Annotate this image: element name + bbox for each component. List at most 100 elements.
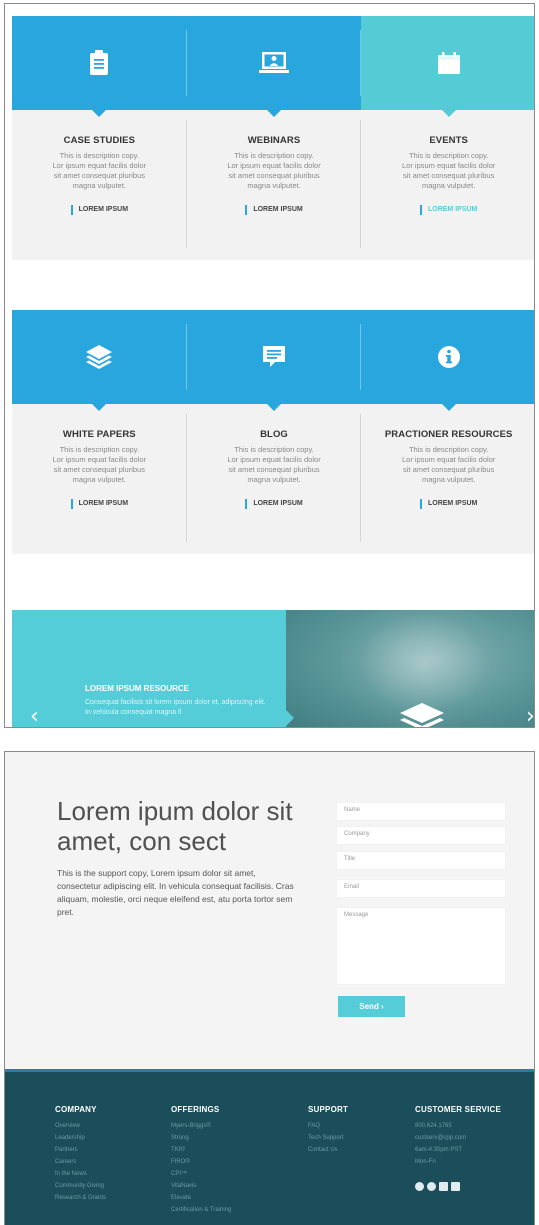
icon-band	[12, 310, 534, 411]
footer-link[interactable]: Careers	[55, 1156, 106, 1168]
chat-icon	[263, 346, 285, 367]
footer-link[interactable]: Certification & Training	[171, 1204, 231, 1216]
resource-carousel: LOREM IPSUM RESOURCE Consequat facilisis…	[12, 610, 534, 728]
footer-link[interactable]: Myers-Briggs®	[171, 1120, 231, 1132]
name-field[interactable]: Name	[336, 802, 506, 821]
facebook-icon[interactable]	[415, 1182, 424, 1191]
card-title: PRACTIONER RESOURCES	[384, 429, 513, 440]
site-footer: COMPANY Overview Leadership Partners Car…	[5, 1069, 534, 1225]
card-description: This is description copy. Lor ipsum equat…	[401, 151, 496, 190]
carousel-next-button[interactable]: ›	[526, 706, 534, 728]
hours-text: 6am-4:30pm PST	[415, 1147, 463, 1153]
card-link[interactable]: LOREM IPSUM	[70, 205, 128, 215]
card-case-studies: CASE STUDIES This is description copy. Lo…	[12, 110, 187, 260]
footer-heading: OFFERINGS	[171, 1105, 220, 1114]
footer-link[interactable]: TKI®	[171, 1144, 231, 1156]
youtube-icon[interactable]	[451, 1182, 460, 1191]
footer-link[interactable]: Community Giving	[55, 1180, 106, 1192]
send-button[interactable]: Send ›	[338, 996, 405, 1017]
band-webinars	[186, 16, 362, 117]
calendar-icon	[437, 52, 460, 74]
band-practioner-resources	[361, 310, 534, 411]
band-blog	[186, 310, 362, 411]
footer-link[interactable]: Leadership	[55, 1132, 106, 1144]
contact-heading: Lorem ipum dolor sit amet, con sect	[57, 796, 293, 856]
card-blog: BLOG This is description copy. Lor ipsum …	[187, 404, 362, 554]
contact-section: Lorem ipum dolor sit amet, con sect This…	[5, 752, 534, 1069]
card-content-row: CASE STUDIES This is description copy. Lo…	[12, 110, 534, 260]
card-title: CASE STUDIES	[63, 135, 136, 146]
email-link[interactable]: custserv@cpp.com	[415, 1132, 501, 1144]
card-title: EVENTS	[429, 135, 468, 146]
card-description: This is description copy. Lor ipsum equat…	[52, 445, 147, 484]
band-pointer	[92, 110, 107, 117]
card-description: This is description copy. Lor ipsum equat…	[401, 445, 496, 484]
carousel-prev-button[interactable]: ‹	[30, 706, 39, 728]
band-pointer	[267, 404, 281, 411]
webinar-icon	[259, 52, 289, 73]
card-events: EVENTS This is description copy. Lor ipsu…	[361, 110, 534, 260]
card-link[interactable]: LOREM IPSUM	[419, 499, 477, 509]
footer-link[interactable]: VitaNavis	[171, 1180, 231, 1192]
card-link[interactable]: LOREM IPSUM	[70, 499, 128, 509]
title-field[interactable]: Title	[336, 851, 506, 870]
card-webinars: WEBINARS This is description copy. Lor ip…	[187, 110, 362, 260]
footer-support: SUPPORT FAQ Tech Support Contact Us	[308, 1105, 348, 1156]
social-links	[415, 1182, 460, 1191]
band-pointer	[267, 110, 281, 117]
card-description: This is description copy. Lor ipsum equat…	[227, 445, 321, 484]
carousel-title: LOREM IPSUM RESOURCE	[85, 684, 190, 693]
footer-link[interactable]: Partners	[55, 1144, 106, 1156]
contact-copy: This is the support copy, Lorem ipsum do…	[57, 868, 294, 917]
card-description: This is description copy. Lor ipsum equat…	[227, 151, 321, 190]
icon-band	[12, 16, 534, 117]
resource-row-2: WHITE PAPERS This is description copy. Lo…	[12, 310, 534, 554]
band-white-papers	[12, 310, 187, 411]
band-pointer	[441, 404, 456, 411]
carousel-notch	[286, 710, 294, 726]
card-white-papers: WHITE PAPERS This is description copy. Lo…	[12, 404, 187, 554]
footer-link[interactable]: FIRO®	[171, 1156, 231, 1168]
company-field[interactable]: Company	[336, 826, 506, 845]
footer-heading: COMPANY	[55, 1105, 97, 1114]
footer-link[interactable]: Tech Support	[308, 1132, 348, 1144]
card-link[interactable]: LOREM IPSUM	[245, 499, 303, 509]
resources-panel: CASE STUDIES This is description copy. Lo…	[4, 3, 535, 728]
layers-icon	[86, 345, 113, 369]
footer-heading: CUSTOMER SERVICE	[415, 1105, 502, 1114]
card-content-row: WHITE PAPERS This is description copy. Lo…	[12, 404, 534, 554]
band-events	[361, 16, 534, 117]
footer-link[interactable]: Research & Grants	[55, 1192, 106, 1204]
card-link[interactable]: LOREM IPSUM	[245, 205, 303, 215]
footer-offerings: OFFERINGS Myers-Briggs® Strong TKI® FIRO…	[171, 1105, 231, 1216]
card-description: This is description copy. Lor ipsum equat…	[52, 151, 147, 190]
footer-link[interactable]: Elevate	[171, 1192, 231, 1204]
footer-link[interactable]: In the News	[55, 1168, 106, 1180]
footer-link[interactable]: Strong	[171, 1132, 231, 1144]
footer-link[interactable]: Overview	[55, 1120, 106, 1132]
card-practioner-resources: PRACTIONER RESOURCES This is description…	[361, 404, 534, 554]
footer-link[interactable]: Contact Us	[308, 1144, 348, 1156]
message-field[interactable]: Message	[336, 907, 506, 985]
carousel-description: Consequat facilisis sit lorem ipsum dolo…	[85, 699, 266, 716]
band-pointer	[441, 110, 456, 117]
footer-link[interactable]: CPI™	[171, 1168, 231, 1180]
resource-row-1: CASE STUDIES This is description copy. Lo…	[12, 16, 534, 260]
clipboard-icon	[90, 50, 109, 75]
email-field[interactable]: Email	[336, 879, 506, 898]
footer-link[interactable]: FAQ	[308, 1120, 348, 1132]
card-title: BLOG	[260, 429, 288, 440]
linkedin-icon[interactable]	[439, 1182, 448, 1191]
footer-heading: SUPPORT	[308, 1105, 349, 1114]
band-case-studies	[12, 16, 187, 117]
footer-company: COMPANY Overview Leadership Partners Car…	[55, 1105, 106, 1204]
twitter-icon[interactable]	[427, 1182, 436, 1191]
contact-panel: Lorem ipum dolor sit amet, con sect This…	[4, 751, 535, 1225]
footer-customer-service: CUSTOMER SERVICE 800.624.1765 custserv@c…	[415, 1105, 501, 1168]
days-text: Mon-Fri	[415, 1159, 436, 1165]
card-title: WEBINARS	[247, 135, 301, 146]
card-link[interactable]: LOREM IPSUM	[419, 205, 477, 215]
phone-number: 800.624.1765	[415, 1123, 452, 1129]
band-pointer	[92, 404, 107, 411]
info-icon	[437, 346, 460, 368]
